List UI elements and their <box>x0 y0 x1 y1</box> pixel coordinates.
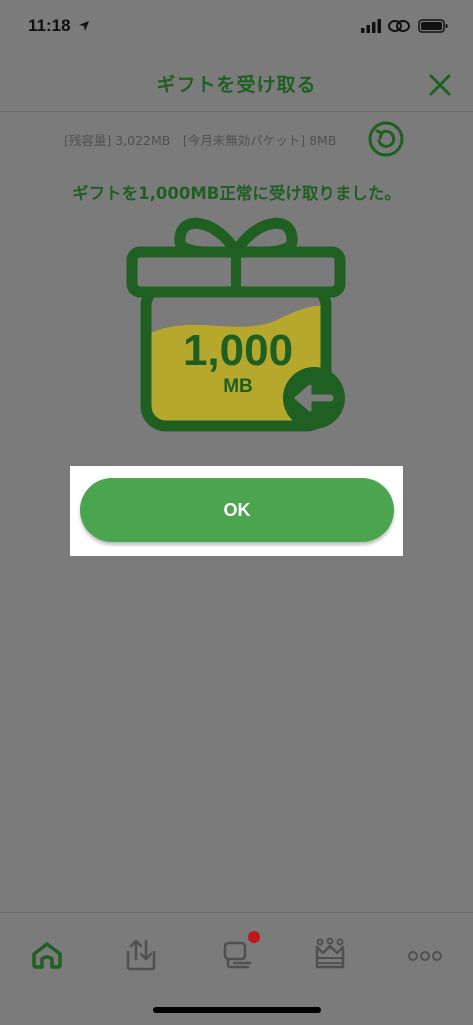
gift-amount: 1,000 <box>183 326 293 375</box>
status-icons <box>361 18 451 38</box>
tab-crown[interactable] <box>308 933 352 977</box>
tab-more[interactable] <box>403 933 447 977</box>
battery-icon <box>418 19 448 33</box>
page-title: ギフトを受け取る <box>156 74 317 96</box>
tab-data-transfer[interactable] <box>119 933 163 977</box>
gift-illustration: 1,000 MB <box>118 212 358 442</box>
ok-button[interactable]: OK <box>80 478 394 542</box>
more-icon <box>408 951 442 961</box>
status-bar: 11:18 <box>0 0 473 58</box>
link-icon <box>388 20 410 32</box>
refresh-button[interactable] <box>368 121 404 157</box>
data-transfer-icon <box>126 939 156 971</box>
home-indicator[interactable] <box>153 1007 321 1013</box>
refresh-icon <box>368 121 404 157</box>
close-icon <box>429 74 451 96</box>
location-arrow-icon <box>79 21 89 31</box>
tab-home[interactable] <box>25 933 69 977</box>
capacity-text: [残容量] 3,022MB [今月未無効パケット] 8MB <box>64 133 337 148</box>
signal-icon <box>361 19 381 33</box>
notification-badge <box>248 931 260 943</box>
crown-icon <box>315 937 345 969</box>
tab-chat[interactable] <box>214 931 260 977</box>
status-time: 11:18 <box>28 16 71 35</box>
header: ギフトを受け取る <box>0 58 473 112</box>
arrow-left-icon <box>283 367 345 429</box>
success-message: ギフトを1,000MB正常に受け取りました。 <box>72 184 401 203</box>
home-icon <box>32 942 62 969</box>
gift-unit: MB <box>223 376 253 397</box>
close-button[interactable] <box>425 70 455 100</box>
